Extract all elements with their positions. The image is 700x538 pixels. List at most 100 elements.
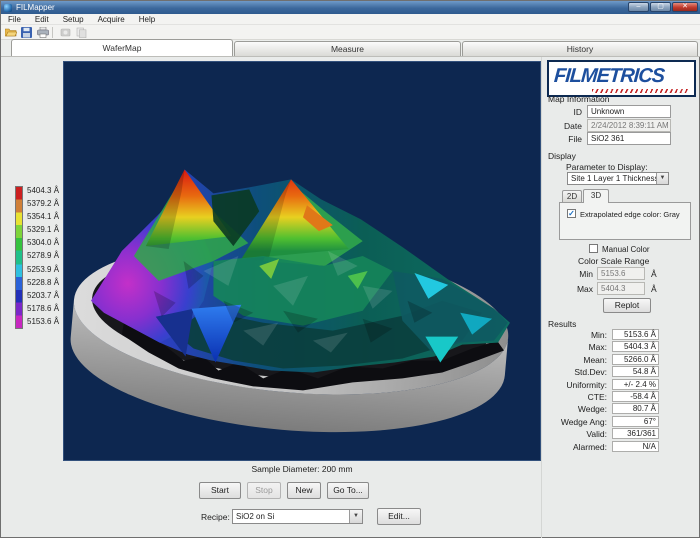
result-label: Alarmed: xyxy=(539,442,607,452)
chevron-down-icon[interactable]: ▼ xyxy=(349,510,362,523)
colorbar-tick: 5278.9 Å xyxy=(27,249,63,262)
min-field[interactable]: 5153.6 xyxy=(597,267,645,280)
menu-help[interactable]: Help xyxy=(132,14,162,25)
copy-icon[interactable] xyxy=(75,26,88,38)
parameter-select[interactable]: Site 1 Layer 1 Thickness ▼ xyxy=(567,172,669,185)
date-field[interactable]: 2/24/2012 8:39:11 AM xyxy=(587,119,671,132)
parameter-label: Parameter to Display: xyxy=(566,162,648,172)
result-value: 5404.3 Å xyxy=(612,341,659,352)
main-tab-strip: WaferMap Measure History xyxy=(1,40,700,57)
manual-color-checkbox[interactable] xyxy=(589,244,598,253)
save-icon[interactable] xyxy=(20,26,33,38)
app-icon xyxy=(4,4,12,12)
colorbar-tick: 5178.6 Å xyxy=(27,302,63,315)
parameter-value: Site 1 Layer 1 Thickness xyxy=(571,174,658,183)
result-value: 361/361 xyxy=(612,428,659,439)
logo-text: FILMETRICS xyxy=(553,65,695,88)
colorbar-labels: 5404.3 Å 5379.2 Å 5354.1 Å 5329.1 Å 5304… xyxy=(27,184,63,328)
max-field[interactable]: 5404.3 xyxy=(597,282,645,295)
toolbar xyxy=(1,25,700,40)
display-title: Display xyxy=(548,151,576,161)
panel-divider xyxy=(541,57,542,538)
colorbar-tick: 5404.3 Å xyxy=(27,184,63,197)
color-scale-title: Color Scale Range xyxy=(578,256,649,266)
goto-button[interactable]: Go To... xyxy=(327,482,369,499)
result-value: N/A xyxy=(612,441,659,452)
logo-hatch-accent xyxy=(592,89,688,93)
max-label: Max xyxy=(561,284,593,294)
result-value: +/- 2.4 % xyxy=(612,379,659,390)
menu-acquire[interactable]: Acquire xyxy=(91,14,132,25)
results-title: Results xyxy=(548,319,576,329)
filmapper-window: { "window": { "title": "FILMapper", "min… xyxy=(0,0,700,538)
open-icon[interactable] xyxy=(4,26,17,38)
colorbar-tick: 5379.2 Å xyxy=(27,197,63,210)
wafer-surface-render xyxy=(64,62,540,460)
menu-bar: File Edit Setup Acquire Help xyxy=(1,14,700,25)
colorbar-tick: 5153.6 Å xyxy=(27,315,63,328)
maximize-button[interactable]: ▢ xyxy=(650,2,671,12)
min-unit: Å xyxy=(651,269,657,279)
tab-measure[interactable]: Measure xyxy=(234,41,461,56)
filmetrics-logo: FILMETRICS xyxy=(547,60,696,97)
file-label: File xyxy=(547,134,582,144)
colorbar-tick: 5304.0 Å xyxy=(27,236,63,249)
result-label: Valid: xyxy=(539,429,607,439)
title-bar: FILMapper – ▢ ✕ xyxy=(1,1,700,14)
edit-button[interactable]: Edit... xyxy=(377,508,421,525)
id-field[interactable]: Unknown xyxy=(587,105,671,118)
colorbar-tick: 5329.1 Å xyxy=(27,223,63,236)
stage-icon[interactable] xyxy=(59,26,72,38)
result-value: 5153.6 Å xyxy=(612,329,659,340)
edge-color-label: Extrapolated edge color: Gray xyxy=(580,210,680,219)
result-label: CTE: xyxy=(539,392,607,402)
colorbar-swatch xyxy=(15,186,23,329)
min-label: Min xyxy=(561,269,593,279)
result-value: 80.7 Å xyxy=(612,403,659,414)
recipe-value: SiO2 on Si xyxy=(236,512,274,521)
colorbar-tick: 5253.9 Å xyxy=(27,263,63,276)
view-tab-3d[interactable]: 3D xyxy=(583,189,609,203)
result-value: 5266.0 Å xyxy=(612,354,659,365)
menu-setup[interactable]: Setup xyxy=(56,14,91,25)
map-information-title: Map Information xyxy=(548,94,609,104)
sample-diameter-caption: Sample Diameter: 200 mm xyxy=(63,464,541,474)
result-label: Min: xyxy=(539,330,607,340)
stop-button[interactable]: Stop xyxy=(247,482,281,499)
max-unit: Å xyxy=(651,284,657,294)
replot-button[interactable]: Replot xyxy=(603,298,651,313)
colorbar-tick: 5228.8 Å xyxy=(27,276,63,289)
toolbar-separator xyxy=(52,27,53,38)
colorbar-tick: 5203.7 Å xyxy=(27,289,63,302)
recipe-label: Recipe: xyxy=(201,512,230,522)
close-button[interactable]: ✕ xyxy=(672,2,698,12)
file-field[interactable]: SiO2 361 xyxy=(587,132,671,145)
new-button[interactable]: New xyxy=(287,482,321,499)
result-label: Max: xyxy=(539,342,607,352)
manual-color-label: Manual Color xyxy=(602,245,650,254)
result-value: 67° xyxy=(612,416,659,427)
edge-color-checkbox[interactable]: ✓ xyxy=(567,209,576,218)
minimize-button[interactable]: – xyxy=(628,2,649,12)
result-label: Std.Dev: xyxy=(539,367,607,377)
recipe-select[interactable]: SiO2 on Si ▼ xyxy=(232,509,363,524)
wafer-3d-plot[interactable] xyxy=(63,61,541,461)
checkmark-icon: ✓ xyxy=(568,209,575,218)
result-value: 54.8 Å xyxy=(612,366,659,377)
result-value: -58.4 Å xyxy=(612,391,659,402)
result-label: Wedge: xyxy=(539,404,607,414)
id-label: ID xyxy=(547,107,582,117)
view-3d-panel: ✓ Extrapolated edge color: Gray xyxy=(559,202,691,240)
window-title: FILMapper xyxy=(16,3,55,12)
tab-history[interactable]: History xyxy=(462,41,698,56)
print-icon[interactable] xyxy=(36,26,49,38)
menu-edit[interactable]: Edit xyxy=(28,14,56,25)
chevron-down-icon[interactable]: ▼ xyxy=(656,173,668,184)
tab-wafermap[interactable]: WaferMap xyxy=(11,39,233,56)
menu-file[interactable]: File xyxy=(1,14,28,25)
result-label: Wedge Ang: xyxy=(539,417,607,427)
colorbar-tick: 5354.1 Å xyxy=(27,210,63,223)
result-label: Uniformity: xyxy=(539,380,607,390)
date-label: Date xyxy=(547,121,582,131)
start-button[interactable]: Start xyxy=(199,482,241,499)
